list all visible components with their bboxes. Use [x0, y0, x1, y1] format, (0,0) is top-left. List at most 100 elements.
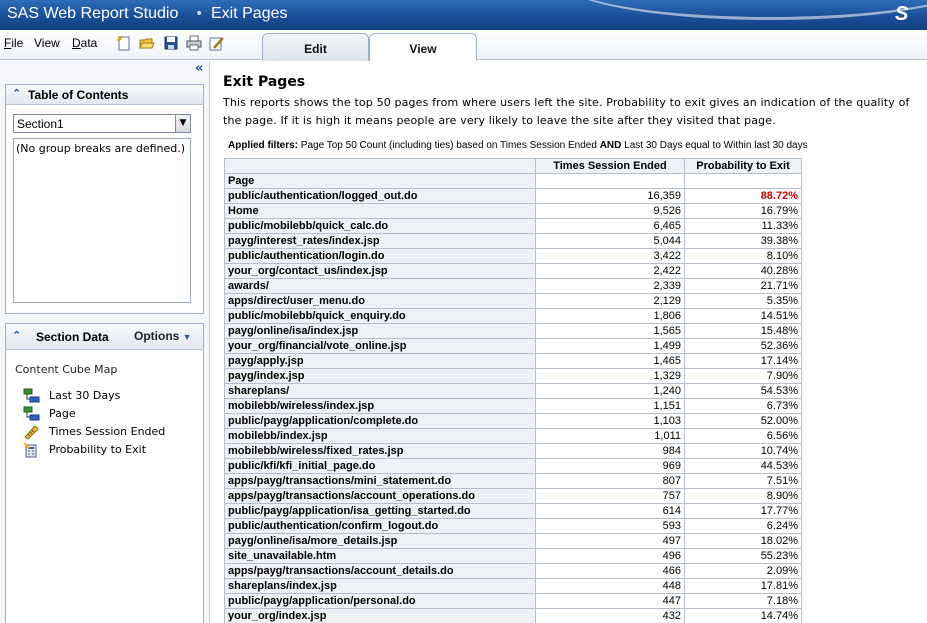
page-cell[interactable]: public/payg/application/isa_getting_star… [224, 503, 536, 519]
times-session-ended-cell: 448 [535, 578, 685, 594]
table-row: public/mobilebb/quick_enquiry.do 1,806 14.… [224, 308, 802, 324]
page-cell[interactable]: mobilebb/wireless/fixed_rates.jsp [224, 443, 536, 459]
menu-data-label: ata [80, 36, 98, 50]
menu-view[interactable]: View [34, 36, 60, 50]
data-item-label: Probability to Exit [49, 443, 147, 456]
page-cell[interactable]: public/mobilebb/quick_enquiry.do [224, 308, 536, 324]
times-session-ended-cell: 1,806 [535, 308, 685, 324]
probability-to-exit-cell: 11.33% [684, 218, 802, 234]
toc-header[interactable]: ⌃ Table of Contents [6, 85, 203, 105]
hierarchy-icon [23, 406, 40, 421]
times-session-ended-cell: 9,526 [535, 203, 685, 219]
probability-to-exit-cell: 39.38% [684, 233, 802, 249]
page-cell[interactable]: site_unavailable.htm [224, 548, 536, 564]
probability-to-exit-cell: 5.35% [684, 293, 802, 309]
title-swoosh-decoration [560, 0, 927, 20]
times-session-ended-cell: 1,240 [535, 383, 685, 399]
probability-to-exit-cell: 52.36% [684, 338, 802, 354]
page-cell[interactable]: apps/payg/transactions/mini_statement.do [224, 473, 536, 489]
table-row: shareplans/index.jsp 448 17.81% [224, 578, 802, 594]
calculated-measure-icon [23, 442, 37, 458]
page-cell[interactable]: payg/interest_rates/index.jsp [224, 233, 536, 249]
table-row: public/payg/application/personal.do 447 7.… [224, 593, 802, 609]
page-cell[interactable]: public/payg/application/personal.do [224, 593, 536, 609]
filter-text-1: Page Top 50 Count (including ties) based… [300, 140, 597, 151]
table-row: apps/direct/user_menu.do 2,129 5.35% [224, 293, 802, 309]
page-cell[interactable]: your_org/index.jsp [224, 608, 536, 623]
times-session-ended-cell: 2,339 [535, 278, 685, 294]
page-cell[interactable]: public/mobilebb/quick_calc.do [224, 218, 536, 234]
page-cell[interactable]: payg/index.jsp [224, 368, 536, 384]
edit-properties-icon[interactable] [208, 35, 224, 51]
column-header-probability-to-exit[interactable]: Probability to Exit [684, 158, 802, 174]
tab-view[interactable]: View [369, 33, 477, 62]
page-cell[interactable]: Home [224, 203, 536, 219]
column-header-times-session-ended[interactable]: Times Session Ended [535, 158, 685, 174]
page-cell[interactable]: public/authentication/login.do [224, 248, 536, 264]
options-button[interactable]: Options ▼ [134, 329, 192, 343]
probability-to-exit-cell: 14.74% [684, 608, 802, 623]
probability-to-exit-cell: 88.72% [684, 188, 802, 204]
table-row: public/authentication/login.do 3,422 8.10% [224, 248, 802, 264]
options-label: Options [134, 329, 180, 343]
times-session-ended-cell: 1,329 [535, 368, 685, 384]
page-cell[interactable]: shareplans/ [224, 383, 536, 399]
probability-to-exit-cell: 16.79% [684, 203, 802, 219]
data-item-label: Page [49, 407, 76, 420]
table-row: mobilebb/wireless/index.jsp 1,151 6.73% [224, 398, 802, 414]
times-session-ended-cell: 5,044 [535, 233, 685, 249]
page-cell[interactable]: public/payg/application/complete.do [224, 413, 536, 429]
tab-edit[interactable]: Edit [262, 33, 369, 61]
row-header-page[interactable]: Page [224, 173, 536, 189]
open-icon[interactable] [139, 35, 155, 51]
page-cell[interactable]: payg/online/isa/more_details.jsp [224, 533, 536, 549]
table-corner [224, 158, 536, 174]
page-cell[interactable]: public/authentication/confirm_logout.do [224, 518, 536, 534]
probability-to-exit-cell: 6.24% [684, 518, 802, 534]
collapse-chevron-icon[interactable]: ⌃ [12, 87, 21, 100]
probability-to-exit-cell: 40.28% [684, 263, 802, 279]
page-cell[interactable]: apps/payg/transactions/account_operation… [224, 488, 536, 504]
print-icon[interactable] [186, 35, 202, 51]
page-cell[interactable]: apps/direct/user_menu.do [224, 293, 536, 309]
probability-to-exit-cell: 14.51% [684, 308, 802, 324]
data-item-label: Last 30 Days [49, 389, 121, 402]
filters-label: Applied filters: [228, 140, 299, 151]
collapse-pane-button[interactable]: « [195, 61, 203, 76]
dropdown-arrow-icon[interactable]: ▼ [175, 115, 190, 132]
menu-data[interactable]: Data [72, 36, 97, 50]
page-cell[interactable]: public/authentication/logged_out.do [224, 188, 536, 204]
page-cell[interactable]: mobilebb/index.jsp [224, 428, 536, 444]
data-item-label: Times Session Ended [49, 425, 166, 438]
probability-to-exit-cell: 15.48% [684, 323, 802, 339]
page-cell[interactable]: mobilebb/wireless/index.jsp [224, 398, 536, 414]
probability-to-exit-cell: 54.53% [684, 383, 802, 399]
section-data-header[interactable]: ⌃ Section Data Options ▼ [6, 324, 203, 350]
page-cell[interactable]: payg/online/isa/index.jsp [224, 323, 536, 339]
page-cell[interactable]: payg/apply.jsp [224, 353, 536, 369]
probability-to-exit-cell: 10.74% [684, 443, 802, 459]
times-session-ended-cell: 1,011 [535, 428, 685, 444]
page-cell[interactable]: public/kfi/kfi_initial_page.do [224, 458, 536, 474]
times-session-ended-cell: 807 [535, 473, 685, 489]
section-select[interactable]: Section1 ▼ [13, 114, 191, 133]
sas-logo: S [895, 3, 909, 25]
table-row: payg/index.jsp 1,329 7.90% [224, 368, 802, 384]
page-cell[interactable]: your_org/contact_us/index.jsp [224, 263, 536, 279]
page-cell[interactable]: shareplans/index.jsp [224, 578, 536, 594]
new-report-icon[interactable] [116, 35, 132, 51]
save-icon[interactable] [163, 35, 179, 51]
toc-empty-message: (No group breaks are defined.) [16, 142, 186, 155]
table-row: public/authentication/confirm_logout.do 5… [224, 518, 802, 534]
page-cell[interactable]: awards/ [224, 278, 536, 294]
measure-icon [24, 425, 39, 440]
collapse-chevron-icon[interactable]: ⌃ [12, 329, 21, 342]
page-cell[interactable]: your_org/financial/vote_online.jsp [224, 338, 536, 354]
table-row: payg/online/isa/index.jsp 1,565 15.48% [224, 323, 802, 339]
times-session-ended-cell: 984 [535, 443, 685, 459]
menu-file[interactable]: File [4, 36, 23, 50]
page-cell[interactable]: apps/payg/transactions/account_details.d… [224, 563, 536, 579]
toc-list: (No group breaks are defined.) [13, 138, 191, 303]
left-pane: « ⌃ Table of Contents Section1 ▼ (No gro… [0, 61, 210, 623]
times-session-ended-cell: 447 [535, 593, 685, 609]
